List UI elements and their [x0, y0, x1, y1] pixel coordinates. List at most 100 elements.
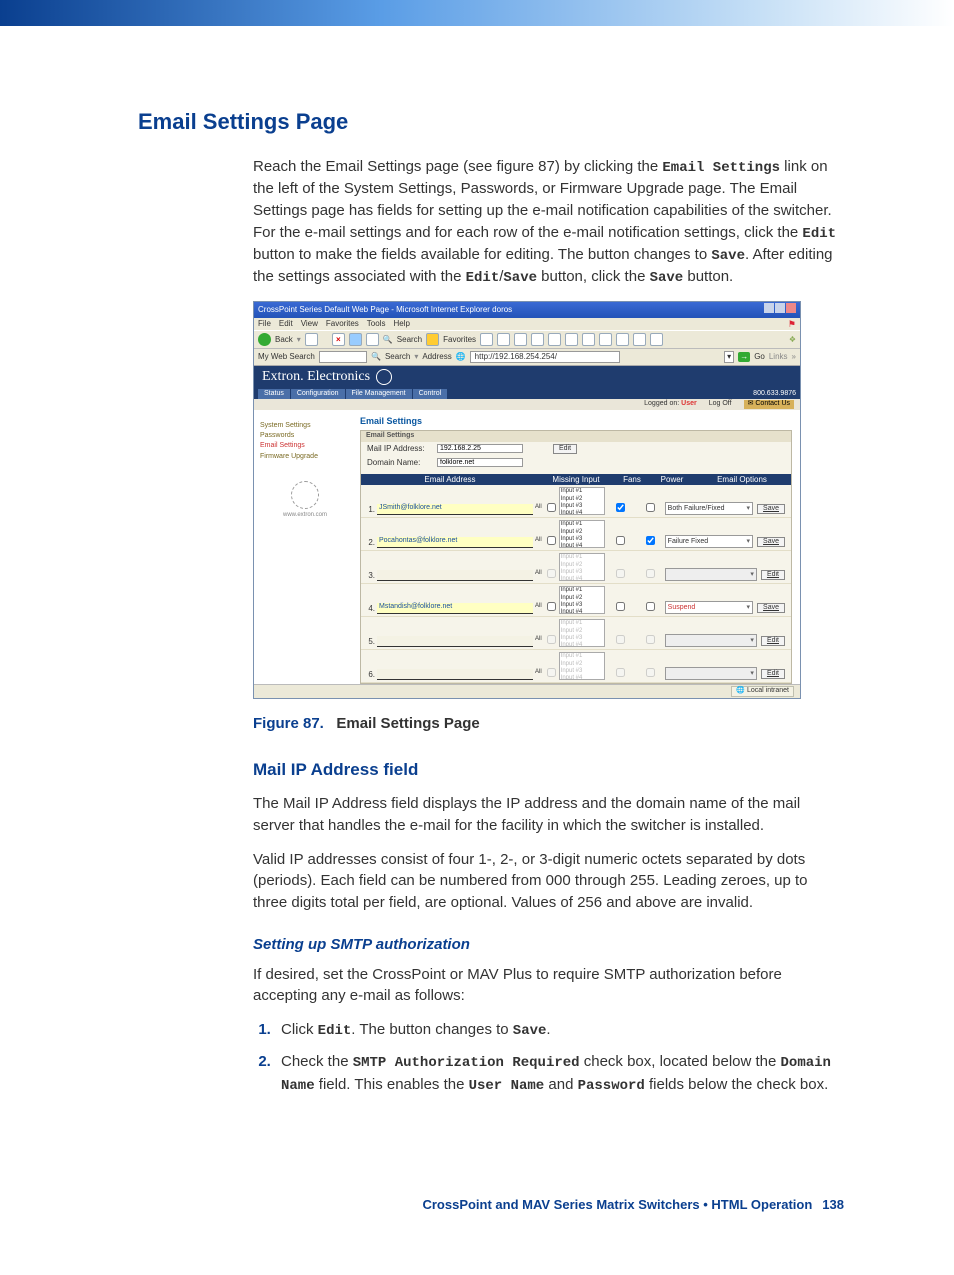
save-row-button[interactable]: Save: [757, 504, 785, 514]
tool-icon-3[interactable]: [599, 333, 612, 346]
input-option[interactable]: Input #2: [561, 496, 603, 503]
tool-icon-6[interactable]: [650, 333, 663, 346]
menu-file[interactable]: File: [258, 319, 271, 330]
mywebsearch-input[interactable]: [319, 351, 367, 363]
chevron-down-icon: ▾: [750, 571, 754, 579]
menu-favorites[interactable]: Favorites: [326, 319, 359, 330]
input-option[interactable]: Input #1: [561, 521, 603, 528]
tab-configuration[interactable]: Configuration: [291, 389, 345, 399]
go-label[interactable]: Go: [754, 352, 765, 362]
missing-input-list[interactable]: Input #1Input #2Input #3Input #4Input #5: [559, 520, 605, 548]
search-label[interactable]: Search: [397, 335, 422, 345]
search-btn-label[interactable]: Search: [385, 352, 410, 362]
edit-btn-ref: Edit: [802, 226, 836, 242]
stop-icon[interactable]: ×: [332, 333, 345, 346]
input-option[interactable]: Input #4: [561, 510, 603, 515]
edit-row-button[interactable]: Edit: [761, 570, 785, 580]
forward-icon[interactable]: [305, 333, 318, 346]
power-checkbox[interactable]: [646, 503, 655, 512]
all-checkbox[interactable]: [547, 536, 556, 545]
sidebar-item-firmware-upgrade[interactable]: Firmware Upgrade: [260, 453, 350, 461]
input-option[interactable]: Input #3: [561, 536, 603, 543]
address-input[interactable]: http://192.168.254.254/: [470, 351, 620, 363]
back-icon[interactable]: [258, 333, 271, 346]
maximize-icon[interactable]: [775, 303, 785, 313]
tab-file-management[interactable]: File Management: [346, 389, 412, 399]
input-option[interactable]: Input #2: [561, 529, 603, 536]
input-option[interactable]: Input #4: [561, 543, 603, 548]
email-row: 5.AllInput #1Input #2Input #3Input #4Inp…: [361, 617, 791, 650]
tab-control[interactable]: Control: [413, 389, 448, 399]
email-option-select[interactable]: Both Failure/Fixed▾: [665, 502, 753, 515]
logoff-link[interactable]: Log Off: [709, 400, 732, 408]
email-address-input[interactable]: JSmith@folklore.net: [377, 504, 533, 515]
email-address-input: [377, 636, 533, 647]
tool-icon-5[interactable]: [633, 333, 646, 346]
sidebar-item-system-settings[interactable]: System Settings: [260, 422, 350, 430]
menu-help[interactable]: Help: [393, 319, 409, 330]
tool-icon[interactable]: [565, 333, 578, 346]
minimize-icon[interactable]: [764, 303, 774, 313]
all-checkbox[interactable]: [547, 503, 556, 512]
chevron-down-icon: ▾: [750, 670, 754, 678]
tool-icon-2[interactable]: [582, 333, 595, 346]
sidebar-item-passwords[interactable]: Passwords: [260, 432, 350, 440]
back-label[interactable]: Back: [275, 335, 293, 345]
discuss-icon[interactable]: [548, 333, 561, 346]
page-number: 138: [822, 1197, 844, 1212]
menu-tools[interactable]: Tools: [367, 319, 386, 330]
favorites-star-icon[interactable]: [426, 333, 439, 346]
tab-status[interactable]: Status: [258, 389, 290, 399]
close-icon[interactable]: [786, 303, 796, 313]
domain-name-input[interactable]: [437, 458, 523, 467]
missing-input-list: Input #1Input #2Input #3Input #4Input #5: [559, 652, 605, 680]
menu-view[interactable]: View: [301, 319, 318, 330]
email-address-input[interactable]: Pocahontas@folklore.net: [377, 537, 533, 548]
refresh-icon[interactable]: [349, 333, 362, 346]
fans-checkbox[interactable]: [616, 536, 625, 545]
mail-icon[interactable]: [497, 333, 510, 346]
input-option[interactable]: Input #3: [561, 602, 603, 609]
contact-us-link[interactable]: ✉ Contact Us: [744, 400, 794, 408]
favorites-label[interactable]: Favorites: [443, 335, 476, 345]
input-option[interactable]: Input #1: [561, 488, 603, 495]
edit-button[interactable]: Edit: [553, 444, 577, 454]
mail-ip-input[interactable]: [437, 444, 523, 453]
fans-checkbox[interactable]: [616, 602, 625, 611]
input-option[interactable]: Input #4: [561, 609, 603, 614]
missing-input-list[interactable]: Input #1Input #2Input #3Input #4Input #5: [559, 487, 605, 515]
save-row-button[interactable]: Save: [757, 537, 785, 547]
edit-row-button[interactable]: Edit: [761, 636, 785, 646]
save-row-button[interactable]: Save: [757, 603, 785, 613]
all-label: All: [535, 636, 542, 643]
links-label[interactable]: Links: [769, 352, 788, 362]
all-checkbox[interactable]: [547, 602, 556, 611]
input-option[interactable]: Input #2: [561, 595, 603, 602]
menu-edit[interactable]: Edit: [279, 319, 293, 330]
power-checkbox[interactable]: [646, 536, 655, 545]
sidebar-logo-url[interactable]: www.extron.com: [283, 512, 327, 518]
input-option[interactable]: Input #3: [561, 503, 603, 510]
sidebar-item-email-settings[interactable]: Email Settings: [260, 442, 350, 450]
fans-checkbox[interactable]: [616, 503, 625, 512]
address-dropdown-icon[interactable]: ▾: [724, 351, 734, 363]
input-option[interactable]: Input #1: [561, 587, 603, 594]
all-checkbox: [547, 569, 556, 578]
save-btn-ref-2: Save: [503, 270, 537, 286]
email-address-input[interactable]: Mstandish@folklore.net: [377, 603, 533, 614]
power-checkbox[interactable]: [646, 602, 655, 611]
missing-input-list[interactable]: Input #1Input #2Input #3Input #4Input #5: [559, 586, 605, 614]
home-icon[interactable]: [366, 333, 379, 346]
window-controls[interactable]: [763, 303, 796, 316]
email-option-select[interactable]: Failure Fixed▾: [665, 535, 753, 548]
brand-text: Extron. Electronics: [262, 369, 370, 386]
intro-paragraph: Reach the Email Settings page (see figur…: [253, 156, 844, 289]
history-icon[interactable]: [480, 333, 493, 346]
chevron-down-icon: ▾: [747, 538, 751, 546]
go-button[interactable]: →: [738, 352, 750, 362]
edit-row-button[interactable]: Edit: [761, 669, 785, 679]
email-option-select[interactable]: Suspend▾: [665, 601, 753, 614]
tool-icon-4[interactable]: [616, 333, 629, 346]
edit-icon[interactable]: [531, 333, 544, 346]
print-icon[interactable]: [514, 333, 527, 346]
